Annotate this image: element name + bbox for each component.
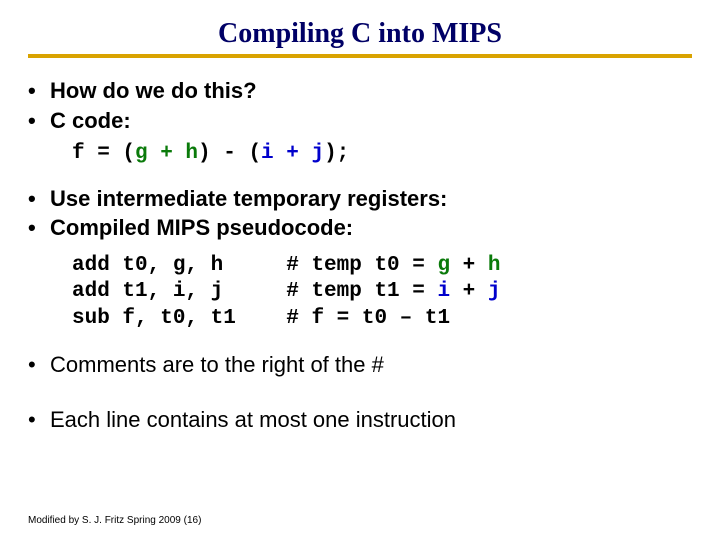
bullet-mips: Compiled MIPS pseudocode:	[28, 213, 692, 243]
mips-j: j	[488, 280, 501, 303]
code-text: f = (	[72, 142, 135, 165]
bullet-list-2: Use intermediate temporary registers: Co…	[28, 184, 692, 243]
mips-code-block: add t0, g, h # temp t0 = g + h add t1, i…	[72, 253, 692, 332]
bullet-list: How do we do this? C code:	[28, 76, 692, 135]
slide-title: Compiling C into MIPS	[28, 18, 692, 54]
bullet-one-instruction: Each line contains at most one instructi…	[28, 405, 692, 435]
code-gh: g + h	[135, 142, 198, 165]
c-code-block: f = (g + h) - (i + j);	[72, 141, 692, 167]
mips-g: g	[437, 254, 450, 277]
bullet-temp-registers: Use intermediate temporary registers:	[28, 184, 692, 214]
bullet-list-4: Each line contains at most one instructi…	[28, 405, 692, 435]
bullet-how: How do we do this?	[28, 76, 692, 106]
mips-h: h	[488, 254, 501, 277]
mips-plus2: +	[450, 280, 488, 303]
bullet-list-3: Comments are to the right of the #	[28, 350, 692, 380]
code-text: ) - (	[198, 142, 261, 165]
code-ij: i + j	[261, 142, 324, 165]
mips-line1: add t0, g, h # temp t0 =	[72, 254, 437, 277]
footer-text: Modified by S. J. Fritz Spring 2009 (16)	[28, 515, 201, 526]
mips-plus1: +	[450, 254, 488, 277]
code-text: );	[324, 142, 349, 165]
mips-line2: add t1, i, j # temp t1 =	[72, 280, 437, 303]
bullet-comments: Comments are to the right of the #	[28, 350, 692, 380]
title-underline	[28, 54, 692, 58]
bullet-ccode: C code:	[28, 106, 692, 136]
mips-i: i	[437, 280, 450, 303]
mips-line3: sub f, t0, t1 # f = t0 – t1	[72, 307, 450, 330]
